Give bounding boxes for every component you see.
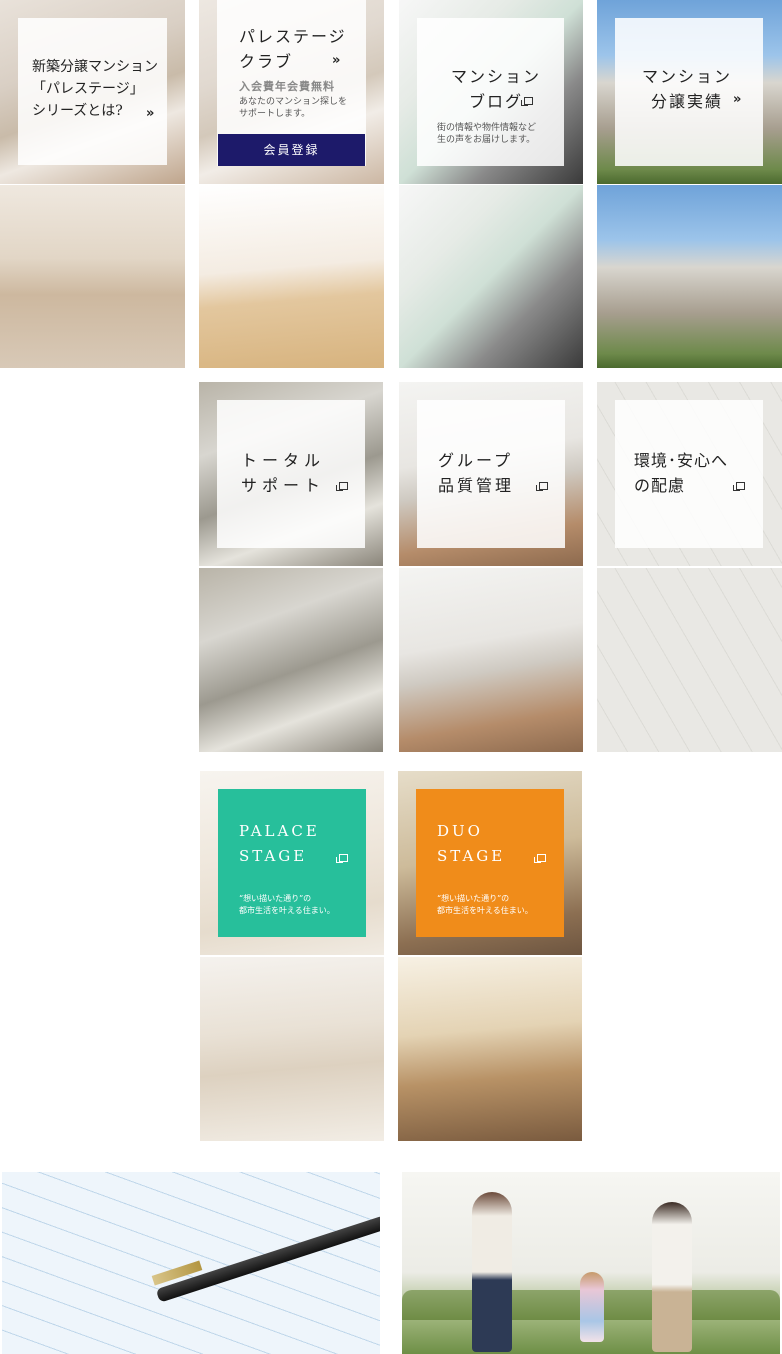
tile-duo-stage[interactable]: DUO STAGE “想い描いた通り”の 都市生活を叶える住まい。 (398, 771, 582, 1141)
camera-map-photo (399, 185, 583, 368)
chevron-right-icon: » (146, 106, 155, 121)
family-photo (199, 185, 384, 368)
results-title: マンション 分譲実績 (642, 67, 733, 111)
blog-description: 街の情報や物件情報など 生の声をお届けします。 (437, 123, 537, 145)
tile-new-mansion[interactable]: 新築分譲マンション 「パレステージ」 シリーズとは? » (0, 0, 185, 368)
quality-title: グループ 品質管理 (438, 451, 515, 495)
person-right (652, 1202, 692, 1352)
external-link-icon (536, 482, 548, 491)
living-room-photo (398, 957, 582, 1141)
environment-title: 環境･安心へ の配慮 (634, 451, 729, 495)
building-photo (597, 185, 782, 368)
pencil-paper-photo (597, 568, 782, 752)
tile-environment[interactable]: 環境･安心へ の配慮 (597, 382, 782, 752)
pen-shape (155, 1215, 380, 1303)
club-fee: 入会費年会費無料 (239, 80, 335, 93)
blog-title: マンション ブログ (451, 67, 542, 111)
tile-blog[interactable]: マンション ブログ 街の情報や物件情報など 生の声をお届けします。 (399, 0, 583, 368)
palace-stage-panel: PALACE STAGE “想い描いた通り”の 都市生活を叶える住まい。 (218, 789, 366, 937)
club-description: あなたのマンション探しを サポートします。 (239, 97, 348, 119)
chevron-right-icon: » (332, 53, 341, 68)
tile-club[interactable]: パレステージ クラブ » 入会費年会費無料 あなたのマンション探しを サポートし… (199, 0, 384, 368)
palace-stage-title: PALACE STAGE (239, 822, 320, 865)
tile-results[interactable]: マンション 分譲実績 » (597, 0, 782, 368)
calendar-pen-photo[interactable] (2, 1172, 380, 1354)
room-photo (0, 185, 185, 368)
external-link-icon (336, 482, 348, 491)
external-link-icon (521, 97, 533, 106)
kitchen-photo (399, 568, 583, 752)
person-left (472, 1192, 512, 1352)
new-mansion-title: 新築分譲マンション 「パレステージ」 シリーズとは? (32, 59, 158, 119)
tile-palace-stage[interactable]: PALACE STAGE “想い描いた通り”の 都市生活を叶える住まい。 (200, 771, 384, 1141)
tile-quality[interactable]: グループ 品質管理 (399, 382, 583, 752)
club-title: パレステージ クラブ (239, 27, 347, 71)
child (580, 1272, 604, 1342)
palace-stage-description: “想い描いた通り”の 都市生活を叶える住まい。 (239, 894, 335, 915)
support-title: トータル サポート (241, 451, 326, 495)
family-park-photo[interactable] (402, 1172, 780, 1354)
living-room-photo (200, 957, 384, 1141)
member-register-button[interactable]: 会員登録 (218, 134, 365, 166)
duo-stage-description: “想い描いた通り”の 都市生活を叶える住まい。 (437, 894, 533, 915)
external-link-icon (336, 854, 348, 863)
workers-photo (199, 568, 383, 752)
tile-support[interactable]: トータル サポート (199, 382, 383, 752)
external-link-icon (733, 482, 745, 491)
duo-stage-panel: DUO STAGE “想い描いた通り”の 都市生活を叶える住まい。 (416, 789, 564, 937)
chevron-right-icon: » (733, 92, 742, 107)
duo-stage-title: DUO STAGE (437, 822, 506, 865)
external-link-icon (534, 854, 546, 863)
